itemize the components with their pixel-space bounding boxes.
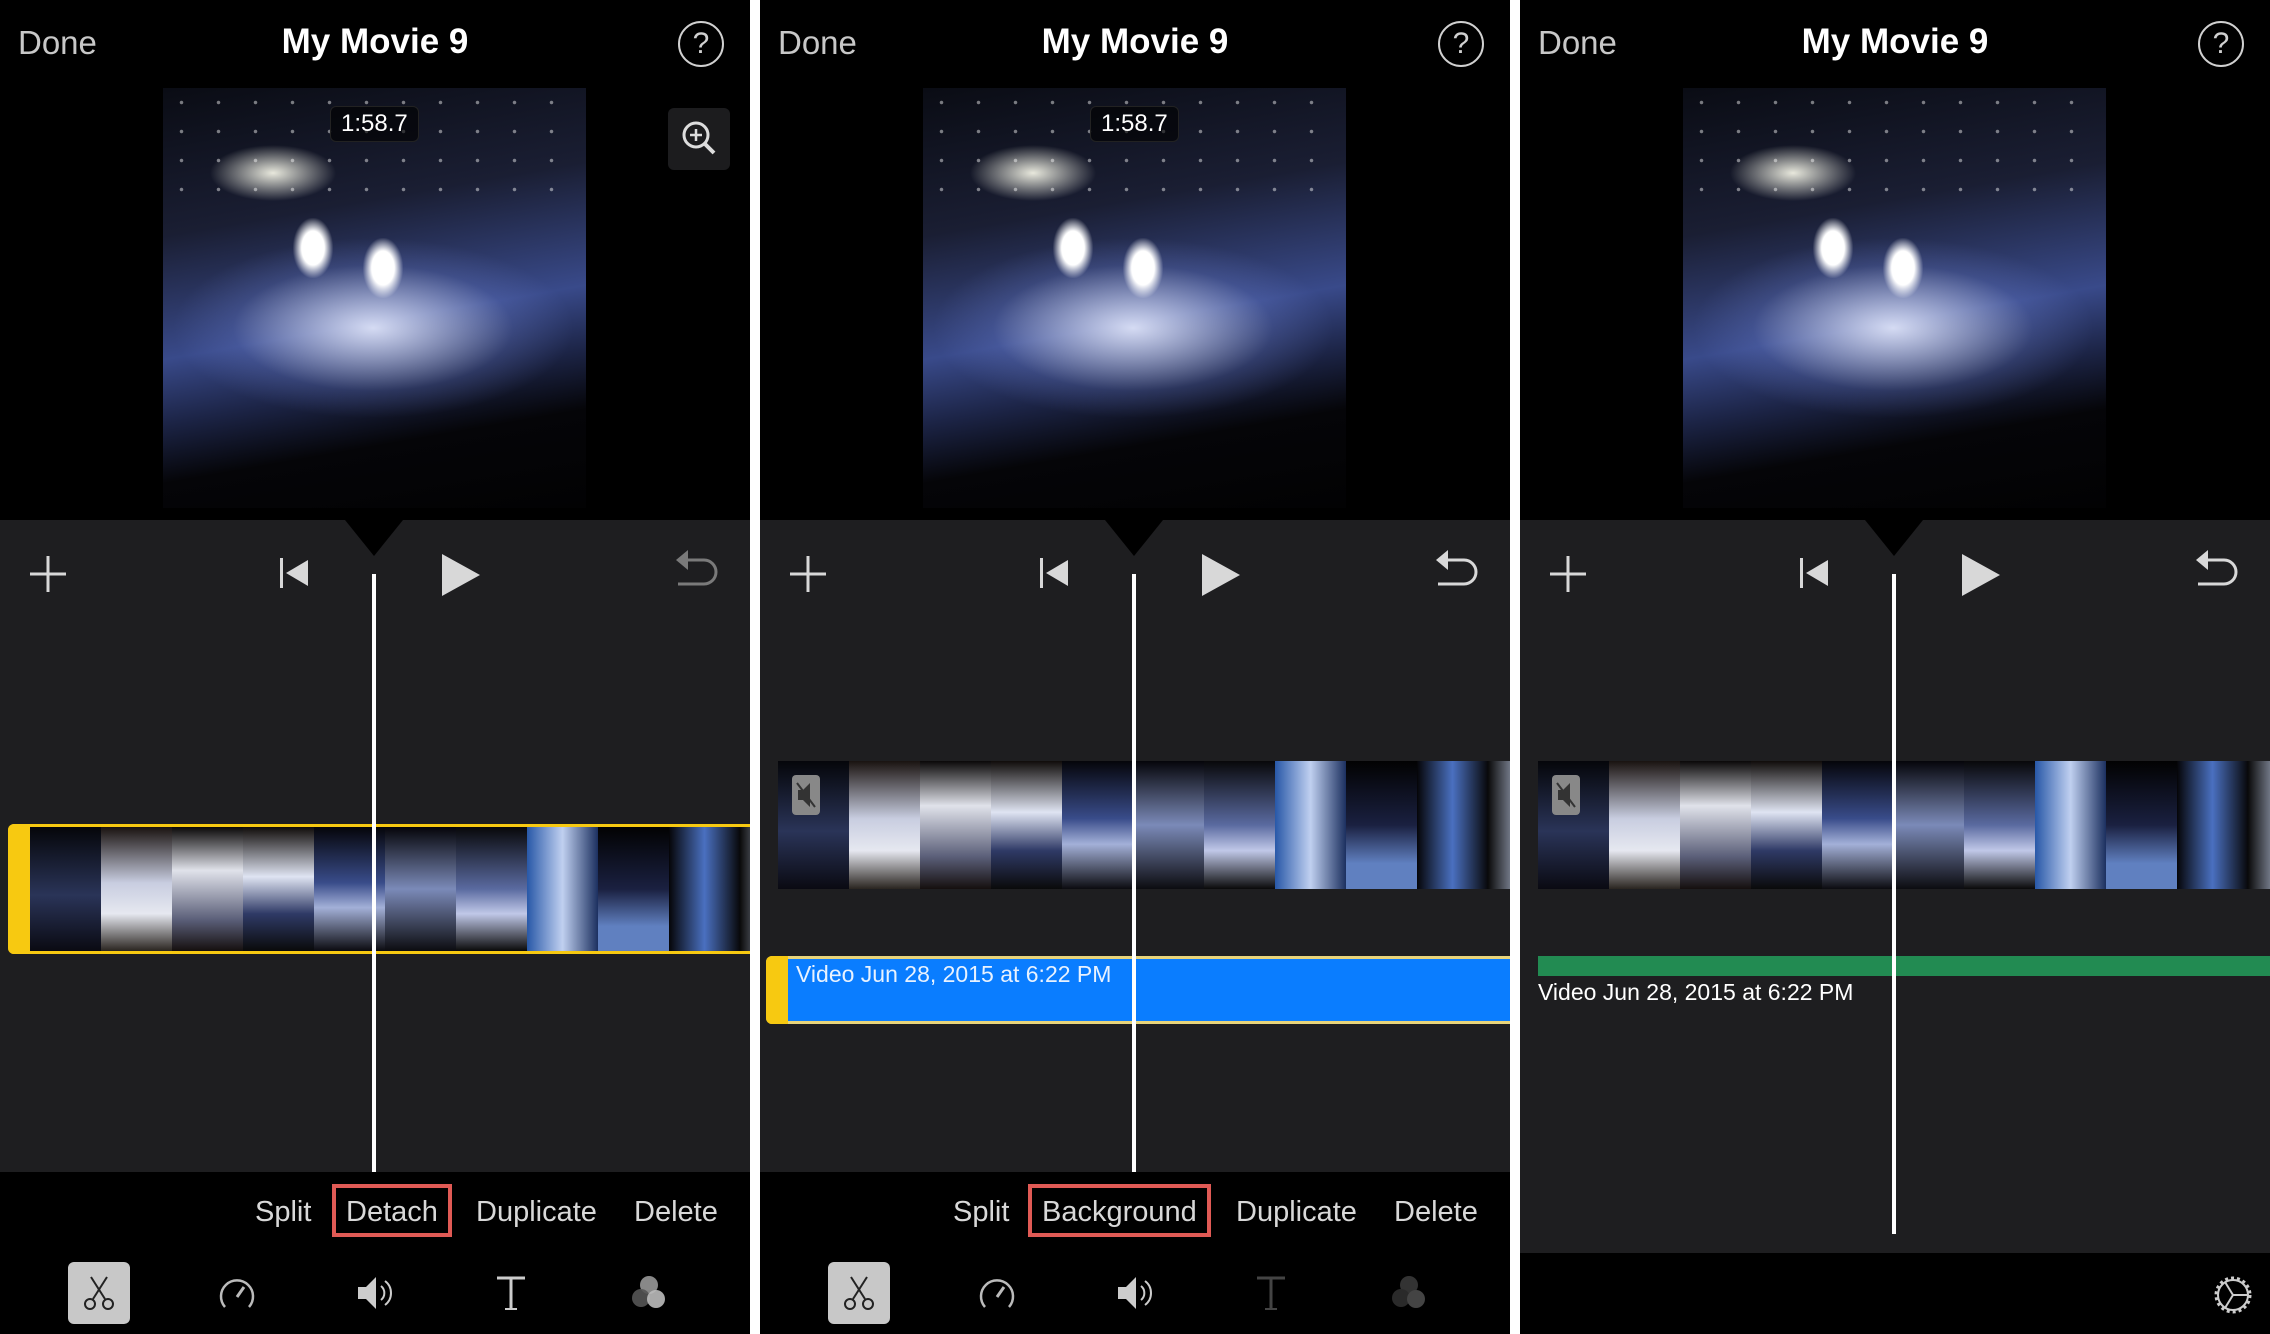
play-icon[interactable] — [1960, 552, 2002, 598]
project-title: My Movie 9 — [1801, 22, 1989, 61]
background-audio-track[interactable] — [1538, 956, 2270, 976]
tab-actions[interactable] — [828, 1262, 890, 1324]
gear-icon[interactable] — [2210, 1272, 2256, 1318]
muted-icon — [792, 775, 820, 815]
playhead[interactable] — [372, 574, 376, 1172]
question-mark-icon[interactable]: ? — [2198, 21, 2244, 67]
tab-volume[interactable] — [1103, 1262, 1165, 1324]
skip-back-icon[interactable] — [1040, 556, 1070, 590]
video-clip[interactable] — [1538, 761, 2270, 889]
plus-icon[interactable] — [1548, 554, 1588, 594]
background-button[interactable]: Background — [1028, 1184, 1211, 1237]
panel-detach: Done My Movie 9 ? 1:58.7 Split Detach Du… — [0, 0, 750, 1334]
panel-background: Done My Movie 9 ? 1:58.7 Video Jun 28, 2… — [760, 0, 1510, 1334]
play-icon[interactable] — [1200, 552, 1242, 598]
preview-horse — [1123, 238, 1163, 298]
video-preview[interactable] — [1683, 88, 2106, 508]
audio-clip-label: Video Jun 28, 2015 at 6:22 PM — [796, 961, 1112, 987]
preview-horse — [1053, 218, 1093, 278]
volume-icon — [358, 1277, 392, 1309]
muted-icon — [1552, 775, 1580, 815]
clip-actions: Split Detach Duplicate Delete — [0, 1182, 750, 1242]
undo-icon[interactable] — [1434, 550, 1480, 594]
inspector-tabs — [0, 1262, 750, 1324]
timecode-label: 1:58.7 — [1090, 106, 1179, 142]
preview-horse — [1883, 238, 1923, 298]
timeline[interactable]: Video Jun 28, 2015 at 6:22 PM — [760, 520, 1510, 1172]
question-mark-icon[interactable]: ? — [678, 21, 724, 67]
detach-button[interactable]: Detach — [332, 1184, 452, 1237]
duplicate-button[interactable]: Duplicate — [476, 1196, 597, 1229]
title-icon — [1257, 1276, 1285, 1310]
playhead-marker — [1865, 520, 1923, 556]
clip-trim-handle[interactable] — [8, 824, 30, 954]
speed-icon — [979, 1279, 1015, 1308]
tab-speed[interactable] — [966, 1262, 1028, 1324]
undo-icon[interactable] — [2194, 550, 2240, 594]
undo-icon[interactable] — [674, 550, 720, 594]
project-title: My Movie 9 — [1041, 22, 1229, 61]
preview-horse — [293, 218, 333, 278]
delete-button[interactable]: Delete — [1394, 1196, 1478, 1229]
playhead[interactable] — [1892, 574, 1896, 1234]
volume-icon — [1118, 1277, 1152, 1309]
scissors-icon — [84, 1276, 114, 1310]
title-icon — [497, 1276, 525, 1310]
plus-icon[interactable] — [28, 554, 68, 594]
preview-horse — [1813, 218, 1853, 278]
tab-volume[interactable] — [343, 1262, 405, 1324]
inspector-tabs — [760, 1262, 1510, 1324]
tab-filters[interactable] — [618, 1262, 680, 1324]
video-preview[interactable] — [163, 88, 586, 508]
skip-back-icon[interactable] — [1800, 556, 1830, 590]
playhead-marker — [1105, 520, 1163, 556]
clip-thumbnails — [30, 827, 750, 951]
scissors-icon — [844, 1276, 874, 1310]
duplicate-button[interactable]: Duplicate — [1236, 1196, 1357, 1229]
tab-titles[interactable] — [480, 1262, 542, 1324]
selected-video-clip[interactable] — [8, 824, 750, 954]
timeline[interactable]: Video Jun 28, 2015 at 6:22 PM — [1520, 520, 2270, 1253]
plus-icon[interactable] — [788, 554, 828, 594]
clip-actions: Split Background Duplicate Delete — [760, 1182, 1510, 1242]
speed-icon — [219, 1279, 255, 1308]
project-title: My Movie 9 — [281, 22, 469, 61]
background-audio-label: Video Jun 28, 2015 at 6:22 PM — [1538, 979, 1854, 1005]
filter-icon — [632, 1276, 665, 1308]
question-mark-icon[interactable]: ? — [1438, 21, 1484, 67]
detached-audio-clip[interactable]: Video Jun 28, 2015 at 6:22 PM — [766, 956, 1510, 1024]
tab-filters — [1378, 1262, 1440, 1324]
split-button[interactable]: Split — [255, 1196, 311, 1229]
playhead[interactable] — [1132, 574, 1136, 1172]
clip-trim-handle[interactable] — [766, 956, 788, 1024]
video-preview[interactable] — [923, 88, 1346, 508]
playhead-marker — [345, 520, 403, 556]
tab-speed[interactable] — [206, 1262, 268, 1324]
split-button[interactable]: Split — [953, 1196, 1009, 1229]
zoom-in-icon — [682, 121, 716, 155]
panel-background-result: Done My Movie 9 ? Video Jun 28, 2015 at … — [1520, 0, 2270, 1334]
timeline[interactable] — [0, 520, 750, 1172]
tab-actions[interactable] — [68, 1262, 130, 1324]
timecode-label: 1:58.7 — [330, 106, 419, 142]
preview-lights — [1683, 88, 2106, 214]
filter-icon — [1392, 1276, 1425, 1308]
delete-button[interactable]: Delete — [634, 1196, 718, 1229]
video-clip[interactable] — [778, 761, 1510, 889]
tab-titles — [1240, 1262, 1302, 1324]
play-icon[interactable] — [440, 552, 482, 598]
preview-horse — [363, 238, 403, 298]
skip-back-icon[interactable] — [280, 556, 310, 590]
zoom-button[interactable] — [668, 108, 730, 170]
